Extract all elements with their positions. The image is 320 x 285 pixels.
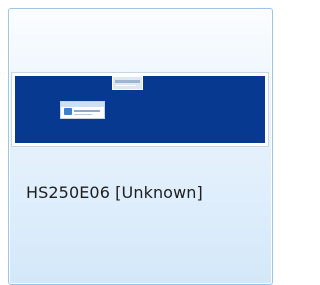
device-tile[interactable]: [8, 8, 273, 285]
device-label[interactable]: HS250E06 [Unknown]: [26, 183, 203, 202]
preview-window-left-text-2: [74, 114, 92, 115]
screen-thumbnail[interactable]: [12, 73, 268, 146]
preview-window-top-bar: [115, 80, 140, 83]
preview-window-top-line: [116, 85, 136, 86]
preview-window-left-logo-icon: [64, 108, 72, 115]
preview-window-left-text: [74, 110, 100, 112]
preview-window-top: [112, 76, 143, 90]
preview-window-left-titlebar: [61, 102, 104, 107]
preview-window-left: [60, 101, 105, 119]
desktop-preview: [15, 76, 265, 143]
